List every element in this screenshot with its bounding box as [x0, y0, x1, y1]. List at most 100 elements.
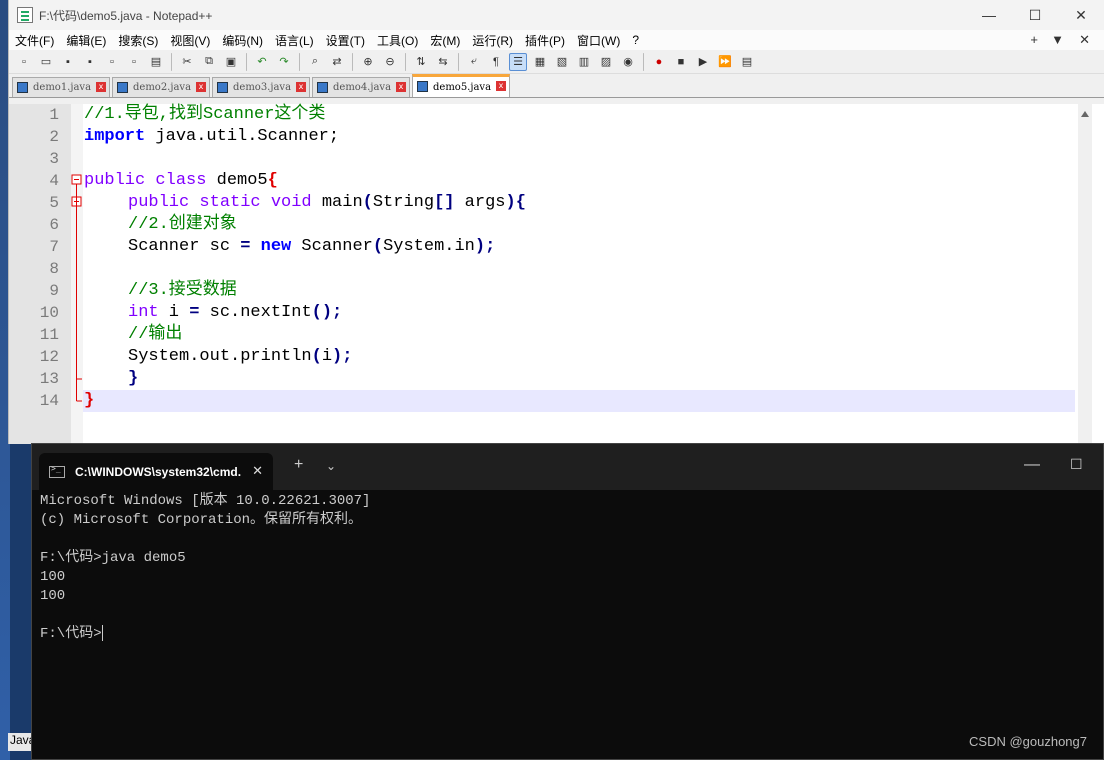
code-line-10: int i = sc.nextInt(); — [128, 303, 343, 322]
folder-as-workspace-icon[interactable]: ▨ — [597, 53, 615, 71]
tab-label: demo3.java — [233, 82, 292, 93]
tab-close-icon[interactable]: x — [296, 82, 306, 92]
tab-close-icon[interactable]: x — [196, 82, 206, 92]
terminal-prompt-line: F:\代码> — [40, 625, 370, 644]
tab-label: demo4.java — [333, 82, 392, 93]
menu-file[interactable]: 文件(F) — [9, 32, 60, 49]
tab-label: demo2.java — [133, 82, 192, 93]
tab-list-dropdown-icon[interactable]: ▼ — [1051, 32, 1064, 47]
code-line-6: //2.创建对象 — [128, 215, 237, 234]
close-button[interactable]: ✕ — [1058, 0, 1104, 30]
terminal-tab-close-icon[interactable]: ✕ — [252, 463, 263, 479]
close-all-icon[interactable]: ▫ — [125, 53, 143, 71]
tab-demo4[interactable]: demo4.java x — [312, 77, 410, 97]
tab-close-icon[interactable]: x — [496, 81, 506, 91]
tab-demo2[interactable]: demo2.java x — [112, 77, 210, 97]
fold-margin — [71, 104, 83, 444]
macro-save-icon[interactable]: ▤ — [738, 53, 756, 71]
code-line-7: Scanner sc = new Scanner(System.in); — [128, 237, 496, 256]
file-icon — [217, 82, 228, 93]
monitoring-icon[interactable]: ◉ — [619, 53, 637, 71]
tab-demo5[interactable]: demo5.java x — [412, 74, 510, 97]
tab-dropdown-chevron-icon[interactable]: ⌄ — [326, 459, 336, 473]
toolbar-separator — [246, 52, 247, 71]
zoom-out-icon[interactable]: ⊖ — [381, 53, 399, 71]
cut-icon[interactable]: ✂ — [178, 53, 196, 71]
menu-view[interactable]: 视图(V) — [164, 32, 216, 49]
new-tab-plus-icon[interactable]: + — [294, 456, 303, 474]
open-file-icon[interactable]: ▭ — [37, 53, 55, 71]
code-line-9: //3.接受数据 — [128, 281, 237, 300]
terminal-tab[interactable]: C:\WINDOWS\system32\cmd. ✕ — [39, 453, 273, 490]
menu-settings[interactable]: 设置(T) — [320, 32, 371, 49]
line-number: 3 — [49, 150, 59, 168]
terminal-line: (c) Microsoft Corporation。保留所有权利。 — [40, 512, 363, 528]
vertical-scrollbar[interactable] — [1078, 104, 1092, 444]
tab-demo3[interactable]: demo3.java x — [212, 77, 310, 97]
menu-encoding[interactable]: 编码(N) — [216, 32, 269, 49]
line-number: 2 — [49, 128, 59, 146]
terminal-minimize-button[interactable]: — — [1024, 456, 1040, 474]
new-tab-plus-icon[interactable]: + — [1030, 32, 1038, 47]
terminal-line: Microsoft Windows [版本 10.0.22621.3007] — [40, 493, 371, 509]
line-number: 1 — [49, 106, 59, 124]
menu-tools[interactable]: 工具(O) — [371, 32, 424, 49]
macro-stop-icon[interactable]: ■ — [672, 53, 690, 71]
copy-icon[interactable]: ⧉ — [200, 53, 218, 71]
line-number: 6 — [49, 216, 59, 234]
function-list-icon[interactable]: ▥ — [575, 53, 593, 71]
line-number: 5 — [49, 194, 59, 212]
tab-demo1[interactable]: demo1.java x — [12, 77, 110, 97]
menu-run[interactable]: 运行(R) — [466, 32, 519, 49]
zoom-in-icon[interactable]: ⊕ — [359, 53, 377, 71]
terminal-output[interactable]: Microsoft Windows [版本 10.0.22621.3007] (c… — [40, 492, 370, 644]
save-all-icon[interactable]: ▪ — [81, 53, 99, 71]
save-icon[interactable]: ▪ — [59, 53, 77, 71]
sync-vertical-icon[interactable]: ⇅ — [412, 53, 430, 71]
user-language-icon[interactable]: ▦ — [531, 53, 549, 71]
terminal-line: 100 — [40, 588, 66, 604]
menu-macro[interactable]: 宏(M) — [424, 32, 466, 49]
word-wrap-icon[interactable]: ⤶ — [465, 53, 483, 71]
scroll-up-arrow-icon[interactable] — [1078, 104, 1092, 124]
menu-language[interactable]: 语言(L) — [269, 32, 320, 49]
sync-horizontal-icon[interactable]: ⇆ — [434, 53, 452, 71]
print-icon[interactable]: ▤ — [147, 53, 165, 71]
new-file-icon[interactable]: ▫ — [15, 53, 33, 71]
code-line-2: import java.util.Scanner; — [84, 127, 340, 146]
menu-help[interactable]: ? — [626, 33, 645, 47]
cmd-icon — [49, 464, 65, 478]
close-file-icon[interactable]: ▫ — [103, 53, 121, 71]
toolbar-separator — [171, 52, 172, 71]
menu-edit[interactable]: 编辑(E) — [60, 32, 112, 49]
toolbar-separator — [352, 52, 353, 71]
undo-icon[interactable]: ↶ — [253, 53, 271, 71]
indent-guide-icon[interactable]: ☰ — [509, 52, 527, 71]
file-icon — [317, 82, 328, 93]
tab-close-icon[interactable]: x — [96, 82, 106, 92]
maximize-button[interactable]: ☐ — [1012, 0, 1058, 30]
fold-markers — [71, 174, 82, 402]
document-map-icon[interactable]: ▧ — [553, 53, 571, 71]
minimize-button[interactable]: — — [966, 0, 1012, 30]
menu-plugins[interactable]: 插件(P) — [519, 32, 571, 49]
macro-run-multiple-icon[interactable]: ⏩ — [716, 53, 734, 71]
show-all-chars-icon[interactable]: ¶ — [487, 53, 505, 71]
terminal-maximize-button[interactable]: ☐ — [1070, 456, 1083, 473]
paste-icon[interactable]: ▣ — [222, 53, 240, 71]
menu-search[interactable]: 搜索(S) — [112, 32, 164, 49]
toolbar-separator — [458, 52, 459, 71]
macro-play-icon[interactable]: ▶ — [694, 53, 712, 71]
menu-window[interactable]: 窗口(W) — [571, 32, 626, 49]
close-document-icon[interactable]: ✕ — [1079, 32, 1090, 48]
line-number: 11 — [39, 326, 59, 344]
replace-icon[interactable]: ⇄ — [328, 53, 346, 71]
tab-close-icon[interactable]: x — [396, 82, 406, 92]
code-line-4: public class demo5{ — [84, 171, 278, 190]
macro-record-icon[interactable]: ● — [650, 53, 668, 71]
code-editor[interactable]: 1 2 3 4 5 6 7 8 9 10 11 12 13 14 //1.导包,… — [9, 104, 1104, 444]
current-line-highlight — [83, 390, 1075, 412]
find-icon[interactable]: ⌕ — [306, 53, 324, 71]
redo-icon[interactable]: ↷ — [275, 53, 293, 71]
